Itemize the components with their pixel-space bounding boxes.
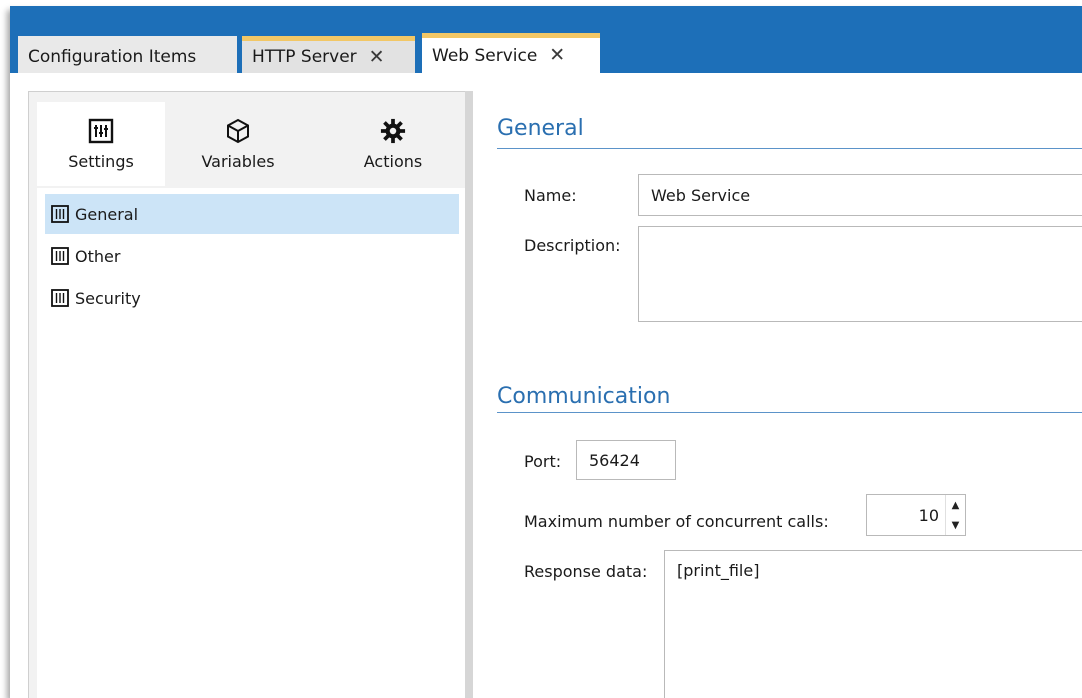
- document-tab-bar: Configuration Items HTTP Server ✕ Web Se…: [10, 6, 1082, 73]
- tab-configuration-items[interactable]: Configuration Items: [18, 36, 237, 73]
- close-icon[interactable]: ✕: [549, 46, 565, 65]
- description-field[interactable]: [638, 226, 1082, 322]
- tab-label: HTTP Server: [252, 47, 357, 67]
- tree-item-security[interactable]: Security: [45, 278, 459, 318]
- description-label: Description:: [524, 236, 621, 255]
- left-panel-scrollbar[interactable]: [465, 91, 473, 698]
- max-calls-label: Maximum number of concurrent calls:: [524, 512, 829, 531]
- side-tab-label: Actions: [363, 151, 423, 171]
- settings-tree: General Other Security: [37, 188, 467, 698]
- chevron-down-icon[interactable]: ▼: [946, 515, 965, 535]
- stepper-arrows: ▲ ▼: [945, 495, 965, 535]
- response-data-field[interactable]: [print_file]: [664, 550, 1082, 698]
- settings-navigation-panel: Settings Variables Actions General Other…: [28, 91, 468, 698]
- tree-item-label: Security: [75, 288, 141, 308]
- tree-item-label: Other: [75, 246, 121, 266]
- sliders-icon: [88, 118, 114, 144]
- tree-item-general[interactable]: General: [45, 194, 459, 234]
- tab-http-server[interactable]: HTTP Server ✕: [242, 36, 415, 73]
- port-label: Port:: [524, 452, 562, 471]
- chevron-up-icon[interactable]: ▲: [946, 495, 965, 515]
- port-field[interactable]: 56424: [576, 440, 676, 480]
- general-section-title: General: [497, 116, 584, 141]
- side-tab-variables[interactable]: Variables: [174, 102, 302, 186]
- communication-section-title: Communication: [497, 384, 671, 409]
- sliders-icon: [51, 205, 69, 223]
- tab-label: Configuration Items: [28, 46, 197, 67]
- communication-section-divider: [497, 412, 1082, 413]
- name-field[interactable]: Web Service: [638, 174, 1082, 216]
- side-tab-label: Variables: [201, 151, 275, 171]
- response-data-label: Response data:: [524, 562, 648, 581]
- general-section-divider: [497, 148, 1082, 149]
- sliders-icon: [51, 289, 69, 307]
- name-label: Name:: [524, 186, 577, 205]
- cube-icon: [225, 118, 251, 144]
- tab-label: Web Service: [432, 45, 538, 66]
- application-window: Configuration Items HTTP Server ✕ Web Se…: [10, 6, 1082, 698]
- max-calls-stepper[interactable]: 10 ▲ ▼: [866, 494, 966, 536]
- close-icon[interactable]: ✕: [369, 47, 385, 67]
- gear-icon: [380, 118, 406, 144]
- side-tab-label: Settings: [68, 151, 134, 171]
- side-tab-strip: Settings Variables Actions: [29, 92, 467, 188]
- tree-item-label: General: [75, 204, 139, 224]
- tab-web-service[interactable]: Web Service ✕: [422, 33, 600, 73]
- tree-item-other[interactable]: Other: [45, 236, 459, 276]
- side-tab-settings[interactable]: Settings: [37, 102, 165, 186]
- sliders-icon: [51, 247, 69, 265]
- max-calls-value[interactable]: 10: [867, 495, 945, 535]
- side-tab-actions[interactable]: Actions: [329, 102, 457, 186]
